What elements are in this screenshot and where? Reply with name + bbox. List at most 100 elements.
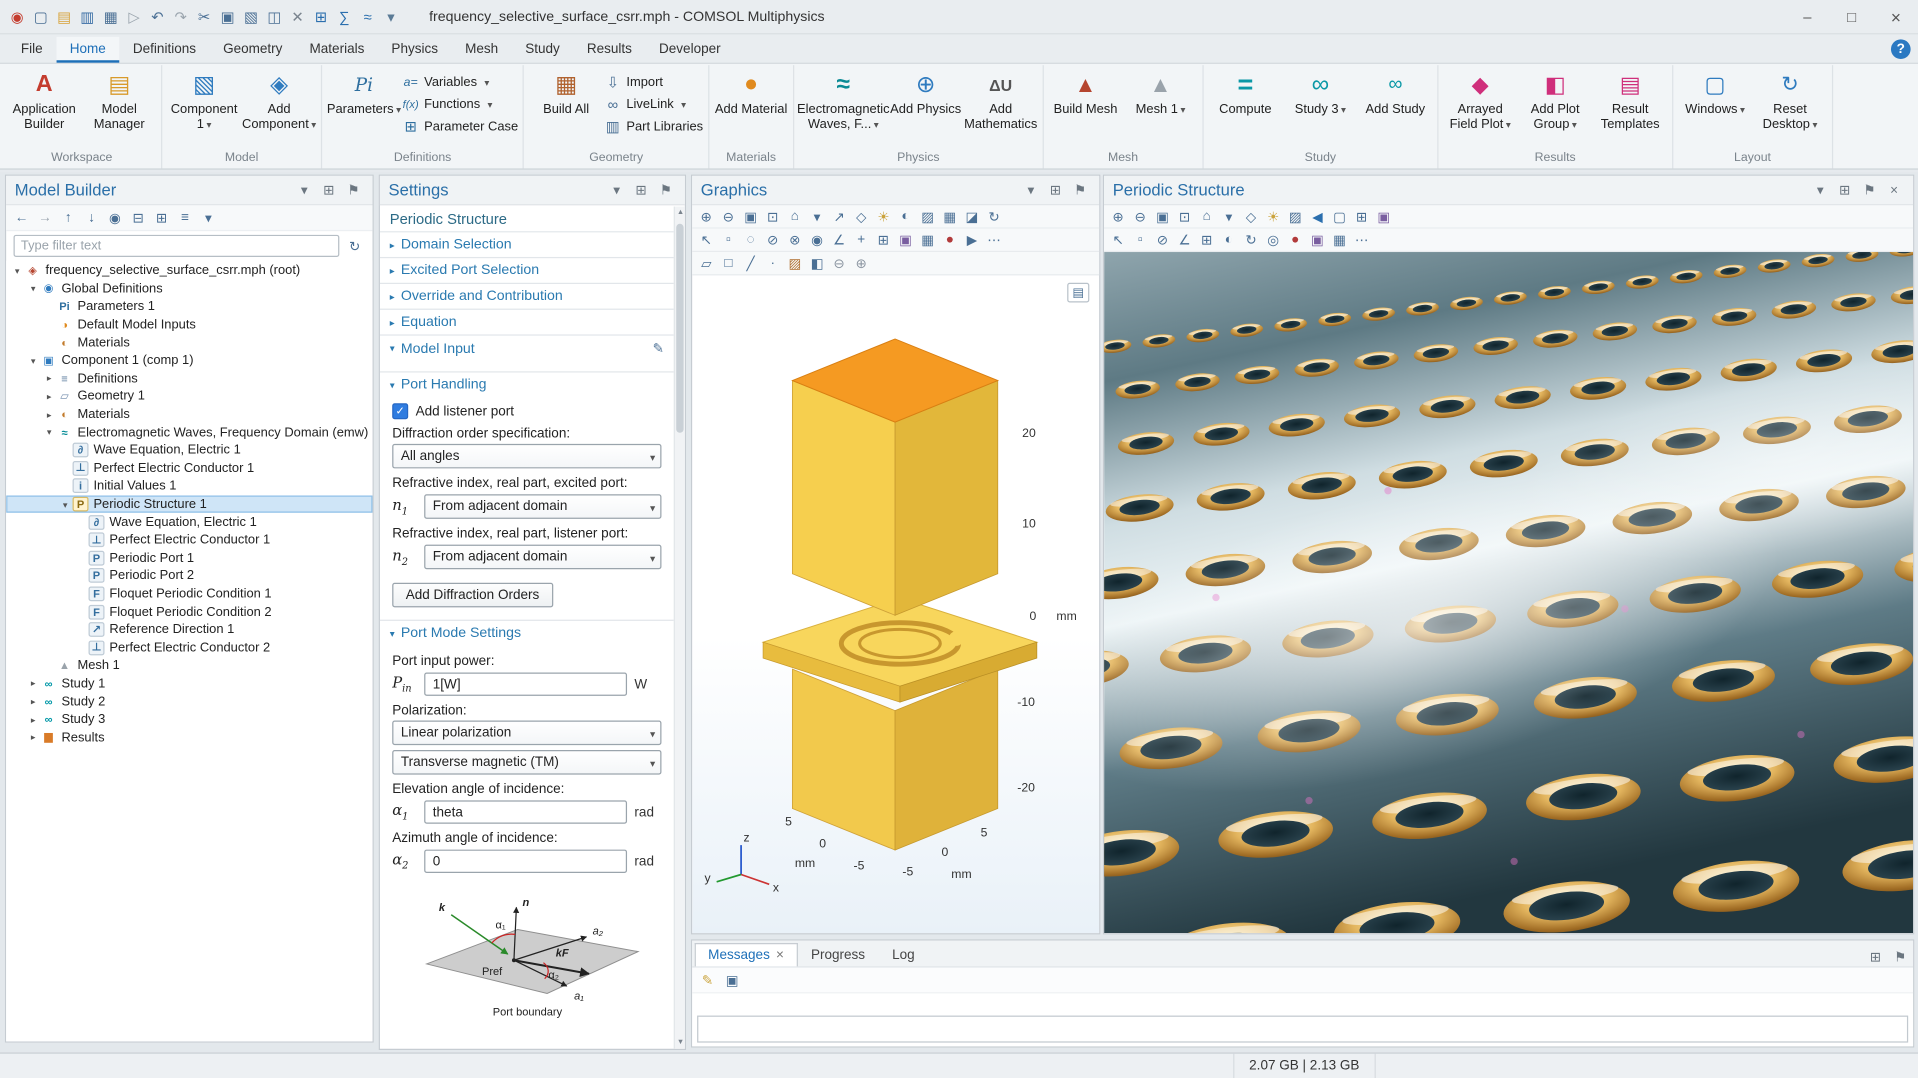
new-icon[interactable]: ▢ xyxy=(30,6,52,28)
wireframe-icon[interactable]: ▦ xyxy=(939,207,960,227)
tree-node-mesh-1[interactable]: ▲Mesh 1 xyxy=(6,657,372,675)
close-tab-icon[interactable]: × xyxy=(776,948,784,963)
section-excited-port-selection[interactable]: ▸Excited Port Selection xyxy=(380,257,674,283)
add-component-button[interactable]: Add Component xyxy=(242,65,316,132)
lasso-select-icon[interactable]: ◌ xyxy=(740,230,761,250)
scene-light-icon[interactable]: ☀ xyxy=(873,207,894,227)
deselect-icon[interactable]: ⊘ xyxy=(762,230,783,250)
add-mathematics-button[interactable]: Add Mathematics xyxy=(964,65,1038,132)
go-to-default-view-icon[interactable]: ⌂ xyxy=(784,207,805,227)
part-libraries-button[interactable]: Part Libraries xyxy=(604,118,703,135)
tree-node-periodic-port-1[interactable]: PPeriodic Port 1 xyxy=(6,549,372,567)
clipping-icon[interactable]: ◪ xyxy=(961,207,982,227)
more-tools-icon[interactable]: ⋯ xyxy=(1351,230,1372,250)
clear-icon[interactable]: ✎ xyxy=(697,970,718,990)
select-domains-icon[interactable]: ▱ xyxy=(696,253,717,273)
pin-icon[interactable]: ⚑ xyxy=(1859,180,1880,200)
transparency-icon[interactable]: ▨ xyxy=(1285,207,1306,227)
comsol-logo-icon[interactable]: ◉ xyxy=(6,6,28,28)
play-animation-icon[interactable]: ▶ xyxy=(961,230,982,250)
open-icon[interactable]: ▤ xyxy=(53,6,75,28)
reset-hiding-icon[interactable]: ⊕ xyxy=(851,253,872,273)
axis-grid-icon[interactable]: ⊞ xyxy=(1196,230,1217,250)
menu-tab-geometry[interactable]: Geometry xyxy=(210,37,296,63)
tree-node-results[interactable]: ▸▆Results xyxy=(6,728,372,746)
settings-scrollbar[interactable]: ▲ ▼ xyxy=(674,207,685,1049)
copy-icon[interactable]: ▣ xyxy=(216,6,238,28)
close-icon[interactable]: × xyxy=(1884,180,1905,200)
rotate-view-icon[interactable]: ↻ xyxy=(984,207,1005,227)
refresh-icon[interactable]: ↻ xyxy=(344,236,365,256)
component-1-button[interactable]: Component 1 xyxy=(167,65,241,132)
save-icon[interactable]: ▥ xyxy=(76,6,98,28)
back-icon[interactable]: ← xyxy=(11,208,32,228)
tree-node-definitions[interactable]: ▸≡Definitions xyxy=(6,370,372,388)
polarization-select[interactable]: Linear polarization xyxy=(392,720,661,745)
header-menu-icon[interactable]: ▾ xyxy=(1810,180,1831,200)
rotate-view-icon[interactable]: ↻ xyxy=(1241,230,1262,250)
parameters-button[interactable]: Parameters xyxy=(327,65,401,118)
add-material-button[interactable]: Add Material xyxy=(714,65,788,118)
expand-arrow-icon[interactable]: ▸ xyxy=(43,373,55,384)
periodic-structure-scene[interactable] xyxy=(1104,252,1913,933)
menu-tab-mesh[interactable]: Mesh xyxy=(452,37,512,63)
color-expression-icon[interactable]: ▨ xyxy=(784,253,805,273)
measure-icon[interactable]: ∠ xyxy=(829,230,850,250)
undo-icon[interactable]: ↶ xyxy=(146,6,168,28)
axis-grid-icon[interactable]: ⊞ xyxy=(873,230,894,250)
pin-icon[interactable]: ⚑ xyxy=(1070,180,1091,200)
tree-node-electromagnetic-waves-frequency-domain-emw[interactable]: ▾≈Electromagnetic Waves, Frequency Domai… xyxy=(6,423,372,441)
delete-icon[interactable]: ✕ xyxy=(286,6,308,28)
view-orientation-icon[interactable]: ▾ xyxy=(807,207,828,227)
float-icon[interactable]: ⊞ xyxy=(1834,180,1855,200)
reset-desktop-button[interactable]: Reset Desktop xyxy=(1753,65,1827,132)
arrayed-field-plot-button[interactable]: Arrayed Field Plot xyxy=(1443,65,1517,132)
evaluate-icon[interactable]: ∑ xyxy=(333,6,355,28)
record-animation-icon[interactable]: ● xyxy=(939,230,960,250)
print-icon[interactable]: ▦ xyxy=(100,6,122,28)
print-icon[interactable]: ▦ xyxy=(917,230,938,250)
filter-input[interactable] xyxy=(14,235,340,257)
more-tools-icon[interactable]: ⋯ xyxy=(984,230,1005,250)
menu-tab-results[interactable]: Results xyxy=(573,37,645,63)
collapse-arrow-icon[interactable]: ▾ xyxy=(27,355,39,366)
close-button[interactable] xyxy=(1874,0,1918,33)
expand-arrow-icon[interactable]: ▸ xyxy=(27,732,39,743)
environment-reflections-icon[interactable]: ◐ xyxy=(1218,230,1239,250)
section-port-mode-settings[interactable]: ▾Port Mode Settings xyxy=(380,620,674,646)
compute-button[interactable]: Compute xyxy=(1208,65,1282,118)
copy-text-icon[interactable]: ▣ xyxy=(722,970,743,990)
customize-icon[interactable]: ▾ xyxy=(380,6,402,28)
tree-node-study-2[interactable]: ▸∞Study 2 xyxy=(6,693,372,711)
mesh-1-button[interactable]: Mesh 1 xyxy=(1124,65,1198,118)
add-plot-button[interactable] xyxy=(1067,283,1089,303)
tree-node-global-definitions[interactable]: ▾◉Global Definitions xyxy=(6,280,372,298)
tree-node-wave-equation-electric-1[interactable]: ∂Wave Equation, Electric 1 xyxy=(6,513,372,531)
forward-icon[interactable]: → xyxy=(34,208,55,228)
model-manager-button[interactable]: Model Manager xyxy=(82,65,156,132)
menu-tab-study[interactable]: Study xyxy=(512,37,574,63)
tree-node-reference-direction-1[interactable]: ↗Reference Direction 1 xyxy=(6,621,372,639)
zoom-out-icon[interactable]: ⊖ xyxy=(718,207,739,227)
select-points-icon[interactable]: ∙ xyxy=(762,253,783,273)
measure-icon[interactable]: ∠ xyxy=(1174,230,1195,250)
graphics-scene[interactable]: 20 10 0 mm -10 -20 5 0 -5 mm -5 0 5 mm xyxy=(692,275,1099,933)
expand-arrow-icon[interactable]: ▸ xyxy=(43,391,55,402)
snap-to-grid-icon[interactable]: + xyxy=(851,230,872,250)
select-icon[interactable]: ↖ xyxy=(1108,230,1129,250)
tree-node-periodic-structure-1[interactable]: ▾PPeriodic Structure 1 xyxy=(6,495,372,513)
add-physics-button[interactable]: Add Physics xyxy=(889,65,963,118)
header-menu-icon[interactable]: ▾ xyxy=(606,180,627,200)
tree-node-floquet-periodic-condition-2[interactable]: FFloquet Periodic Condition 2 xyxy=(6,603,372,621)
select-boundaries-icon[interactable]: □ xyxy=(718,253,739,273)
functions-button[interactable]: Functions xyxy=(402,96,492,113)
maximize-button[interactable] xyxy=(1829,0,1873,33)
menu-tab-developer[interactable]: Developer xyxy=(645,37,734,63)
collapse-icon[interactable]: ⊟ xyxy=(128,208,149,228)
view-orientation-icon[interactable]: ▾ xyxy=(1218,207,1239,227)
minimize-button[interactable] xyxy=(1785,0,1829,33)
show-icon[interactable]: ◉ xyxy=(105,208,126,228)
float-icon[interactable]: ⊞ xyxy=(1865,947,1886,967)
tree-node-default-model-inputs[interactable]: ◑Default Model Inputs xyxy=(6,316,372,334)
collapse-arrow-icon[interactable]: ▾ xyxy=(43,427,55,438)
